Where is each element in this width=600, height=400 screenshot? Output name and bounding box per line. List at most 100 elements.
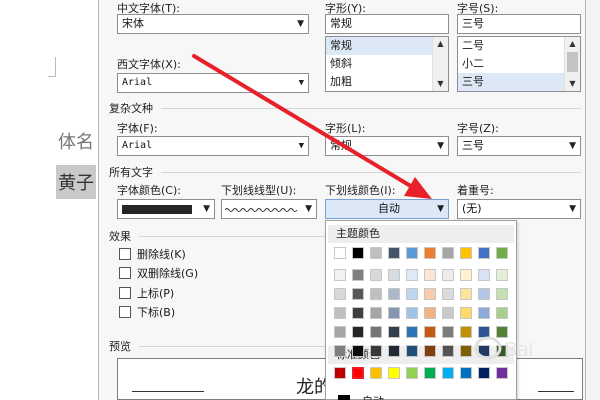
color-swatch[interactable] (388, 247, 400, 259)
scrollbar[interactable]: ▲ ▼ (432, 37, 448, 91)
double-strikethrough-checkbox[interactable]: 双删除线(G) (119, 265, 198, 281)
underline-color-select[interactable]: 自动 ▼ (325, 199, 449, 219)
color-swatch[interactable] (406, 269, 418, 281)
color-swatch[interactable] (334, 345, 346, 357)
color-swatch[interactable] (442, 307, 454, 319)
color-swatch[interactable] (334, 288, 346, 300)
color-swatch[interactable] (334, 326, 346, 338)
color-swatch[interactable] (424, 269, 436, 281)
emphasis-select[interactable]: (无) ▼ (457, 199, 581, 219)
color-swatch[interactable] (460, 288, 472, 300)
checkbox-box[interactable] (119, 287, 131, 299)
color-swatch[interactable] (370, 326, 382, 338)
color-swatch[interactable] (424, 307, 436, 319)
scroll-up-icon[interactable]: ▲ (433, 37, 448, 51)
color-swatch[interactable] (370, 269, 382, 281)
complex-size-select[interactable]: 三号 ▼ (457, 136, 581, 156)
cn-font-select[interactable]: 宋体 ▼ (117, 14, 309, 34)
color-swatch[interactable] (334, 247, 346, 259)
color-swatch[interactable] (370, 307, 382, 319)
scrollbar[interactable]: ▲ ▼ (564, 37, 580, 91)
color-swatch[interactable] (370, 345, 382, 357)
standard-color-swatch[interactable] (388, 367, 400, 379)
list-item[interactable]: 加粗 (326, 73, 448, 91)
color-swatch[interactable] (496, 288, 508, 300)
color-swatch[interactable] (442, 247, 454, 259)
scroll-up-icon[interactable]: ▲ (565, 37, 580, 51)
standard-color-swatch[interactable] (406, 367, 418, 379)
color-swatch[interactable] (460, 247, 472, 259)
color-swatch[interactable] (370, 288, 382, 300)
standard-color-swatch[interactable] (334, 367, 346, 379)
list-item[interactable]: 常规 (326, 37, 448, 55)
strikethrough-checkbox[interactable]: 删除线(K) (119, 246, 186, 262)
color-swatch[interactable] (352, 247, 364, 259)
standard-color-swatch[interactable] (352, 367, 364, 379)
standard-color-swatch[interactable] (370, 367, 382, 379)
color-swatch[interactable] (478, 269, 490, 281)
color-swatch[interactable] (334, 307, 346, 319)
complex-style-select[interactable]: 常规 ▼ (325, 136, 449, 156)
color-swatch[interactable] (352, 288, 364, 300)
color-swatch[interactable] (496, 307, 508, 319)
underline-type-label: 下划线线型(U): (221, 184, 297, 197)
scroll-thumb[interactable] (567, 52, 578, 72)
color-swatch[interactable] (388, 288, 400, 300)
scroll-down-icon[interactable]: ▼ (433, 77, 448, 91)
color-swatch[interactable] (442, 269, 454, 281)
color-swatch[interactable] (334, 269, 346, 281)
checkbox-box[interactable] (119, 248, 131, 260)
west-font-select[interactable]: Arial ▼ (117, 73, 309, 93)
list-item[interactable]: 小二 (458, 55, 580, 73)
list-item[interactable]: 三号 (458, 73, 580, 91)
color-swatch[interactable] (406, 345, 418, 357)
list-item[interactable]: 二号 (458, 37, 580, 55)
size-input[interactable]: 三号 (457, 14, 581, 34)
color-swatch[interactable] (424, 247, 436, 259)
color-swatch[interactable] (406, 247, 418, 259)
color-swatch[interactable] (478, 288, 490, 300)
color-swatch[interactable] (442, 345, 454, 357)
font-color-select[interactable]: ▼ (117, 199, 215, 219)
color-swatch[interactable] (352, 307, 364, 319)
checkbox-box[interactable] (119, 306, 131, 318)
subscript-checkbox[interactable]: 下标(B) (119, 304, 175, 320)
color-swatch[interactable] (460, 269, 472, 281)
color-swatch[interactable] (352, 345, 364, 357)
color-swatch[interactable] (478, 307, 490, 319)
color-swatch[interactable] (478, 247, 490, 259)
color-swatch[interactable] (496, 247, 508, 259)
color-swatch[interactable] (352, 326, 364, 338)
color-swatch[interactable] (424, 288, 436, 300)
color-swatch[interactable] (388, 345, 400, 357)
color-swatch[interactable] (424, 345, 436, 357)
standard-color-swatch[interactable] (442, 367, 454, 379)
complex-font-select[interactable]: Arial ▼ (117, 136, 309, 156)
wavy-line-icon (225, 208, 298, 212)
color-swatch[interactable] (406, 288, 418, 300)
scroll-down-icon[interactable]: ▼ (565, 77, 580, 91)
color-swatch[interactable] (406, 326, 418, 338)
color-swatch[interactable] (496, 269, 508, 281)
color-swatch[interactable] (388, 307, 400, 319)
color-swatch[interactable] (370, 247, 382, 259)
size-list[interactable]: 二号 小二 三号 ▲ ▼ (457, 36, 581, 92)
standard-color-swatch[interactable] (424, 367, 436, 379)
color-swatch[interactable] (424, 326, 436, 338)
auto-color-label: 自动 (362, 393, 384, 400)
color-swatch[interactable] (442, 326, 454, 338)
color-swatch[interactable] (388, 269, 400, 281)
color-swatch[interactable] (352, 269, 364, 281)
color-swatch[interactable] (406, 307, 418, 319)
style-list[interactable]: 常规 倾斜 加粗 ▲ ▼ (325, 36, 449, 92)
color-swatch[interactable] (388, 326, 400, 338)
list-item[interactable]: 倾斜 (326, 55, 448, 73)
checkbox-box[interactable] (119, 267, 131, 279)
style-input[interactable]: 常规 (325, 14, 449, 34)
superscript-checkbox[interactable]: 上标(P) (119, 285, 174, 301)
underline-type-select[interactable]: ▼ (221, 199, 317, 219)
color-swatch[interactable] (460, 307, 472, 319)
auto-color-option[interactable]: 自动 (328, 393, 514, 400)
color-swatch[interactable] (442, 288, 454, 300)
color-picker-popup[interactable]: 主题颜色 标准颜色 自动 (325, 220, 517, 400)
